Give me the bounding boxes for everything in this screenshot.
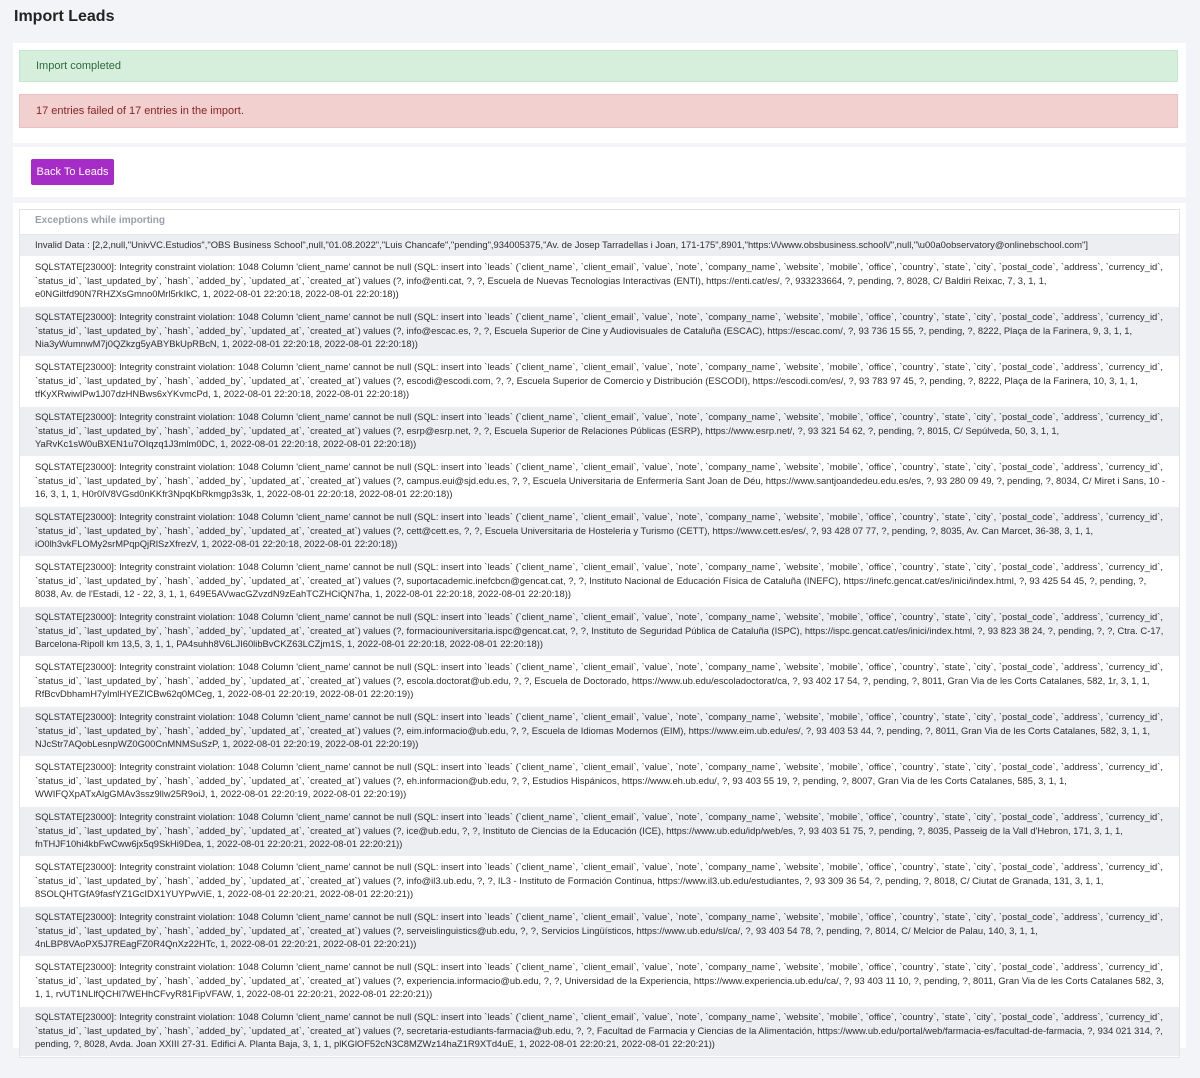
exception-row: SQLSTATE[23000]: Integrity constraint vi… [20,607,1179,657]
back-to-leads-button[interactable]: Back To Leads [31,159,114,185]
exception-row: SQLSTATE[23000]: Integrity constraint vi… [20,457,1179,507]
exceptions-heading: Exceptions while importing [20,210,1179,235]
actions-panel: Back To Leads [13,147,1186,197]
exception-row: SQLSTATE[23000]: Integrity constraint vi… [20,757,1179,807]
exception-row: SQLSTATE[23000]: Integrity constraint vi… [20,407,1179,457]
exception-row: SQLSTATE[23000]: Integrity constraint vi… [20,1007,1179,1057]
exception-row: SQLSTATE[23000]: Integrity constraint vi… [20,307,1179,357]
exception-row: SQLSTATE[23000]: Integrity constraint vi… [20,707,1179,757]
failure-alert: 17 entries failed of 17 entries in the i… [19,94,1178,128]
exception-row: SQLSTATE[23000]: Integrity constraint vi… [20,657,1179,707]
exception-row: SQLSTATE[23000]: Integrity constraint vi… [20,807,1179,857]
exception-row: SQLSTATE[23000]: Integrity constraint vi… [20,507,1179,557]
success-alert: Import completed [19,50,1178,82]
exceptions-panel: Exceptions while importing Invalid Data … [13,203,1186,1058]
invalid-data-row: Invalid Data : [2,2,null,"UnivVC.Estudio… [20,235,1179,257]
exceptions-box: Exceptions while importing Invalid Data … [19,209,1180,1058]
exception-row: SQLSTATE[23000]: Integrity constraint vi… [20,257,1179,307]
exception-row: SQLSTATE[23000]: Integrity constraint vi… [20,357,1179,407]
exception-row: SQLSTATE[23000]: Integrity constraint vi… [20,857,1179,907]
exception-row: SQLSTATE[23000]: Integrity constraint vi… [20,907,1179,957]
exception-row: SQLSTATE[23000]: Integrity constraint vi… [20,557,1179,607]
page-title: Import Leads [14,8,115,25]
exception-row: SQLSTATE[23000]: Integrity constraint vi… [20,957,1179,1007]
alerts-panel: Import completed 17 entries failed of 17… [13,43,1186,143]
